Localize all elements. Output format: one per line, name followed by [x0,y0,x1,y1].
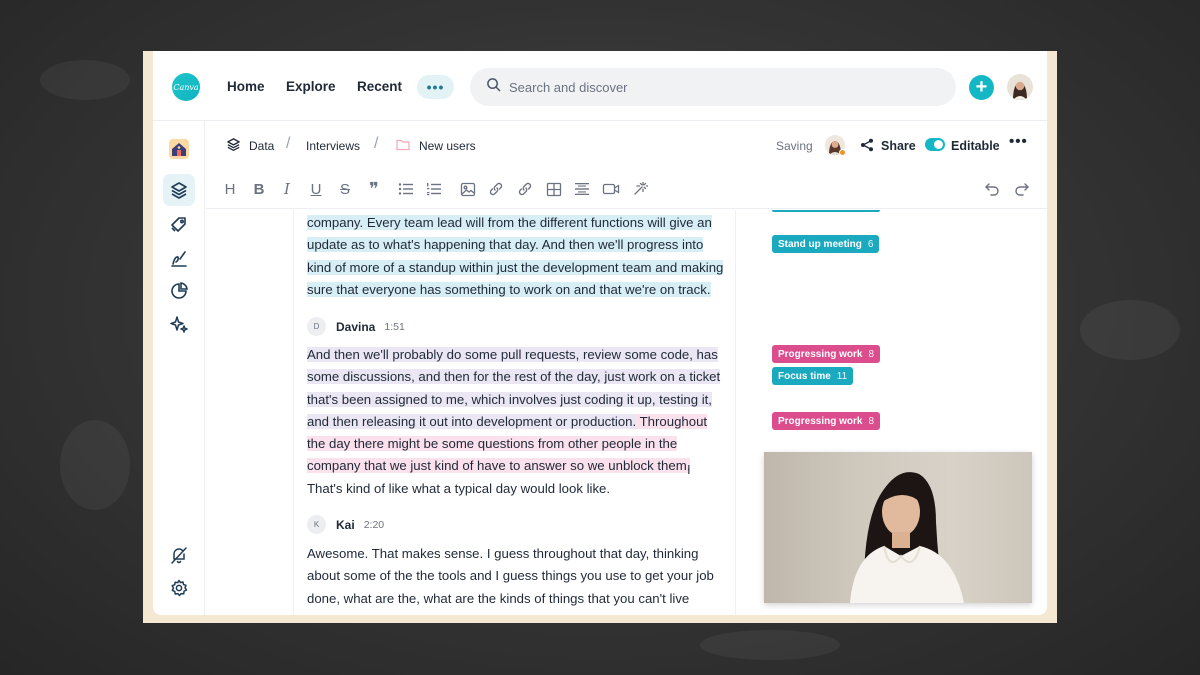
search-icon [486,77,501,97]
quote-icon[interactable]: ❞ [364,179,384,199]
sparkles-icon[interactable] [163,308,195,340]
transcript-paragraph[interactable]: Awesome. That makes sense. I guess throu… [307,543,732,610]
transcript-text[interactable]: That's kind of like what a typical day w… [307,481,610,496]
video-icon[interactable] [601,179,621,199]
tag-stand-up-meeting[interactable]: Stand up meeting 6 [772,235,880,253]
nav-home-link[interactable]: Home [227,79,265,94]
speaker-avatar: K [307,515,326,534]
nav-more-button[interactable]: ••• [417,75,454,99]
settings-icon[interactable] [163,572,195,604]
top-navigation: Canva Home Explore Recent ••• + [153,51,1047,121]
screen-frame: Canva Home Explore Recent ••• + [143,51,1057,623]
search-bar[interactable] [470,68,956,106]
transcript-paragraph[interactable]: company. Every team lead will from the d… [307,212,732,301]
nav-recent-link[interactable]: Recent [357,79,402,94]
transcript-text[interactable]: done, what are the, what are the kinds o… [307,591,689,606]
formatting-toolbar: H B I U S ❞ [206,169,1047,209]
nav-explore-link[interactable]: Explore [286,79,336,94]
highlighted-text[interactable]: And then we'll probably do some pull req… [307,347,718,362]
highlighted-text[interactable]: company that we just kind of have to ans… [307,458,691,474]
transcript-text[interactable]: about some of the the tools and I guess … [307,568,714,583]
breadcrumb-separator: / [286,135,291,152]
pie-chart-icon[interactable] [163,275,195,307]
speaker-name: Davina [336,319,376,334]
highlighted-text[interactable]: Throughout [636,413,708,429]
transcript-paragraph[interactable]: And then we'll probably do some pull req… [307,344,732,500]
presence-dot [839,149,846,156]
left-rail [153,121,205,615]
highlighted-text[interactable]: that's been assigned to me, which involv… [307,391,712,407]
bold-icon[interactable]: B [249,179,269,199]
underline-icon[interactable]: U [306,179,326,199]
image-icon[interactable] [458,179,478,199]
share-button[interactable]: Share [881,139,916,153]
highlighted-text[interactable]: company. Every team lead will from the d… [307,215,712,230]
interviewee-video-frame [850,472,964,603]
highlighted-text[interactable]: sure that everyone has something to work… [307,281,711,297]
breadcrumb: Data / Interviews / New users Saving Sha… [206,121,1047,169]
saving-status: Saving [776,139,813,153]
speaker-timestamp[interactable]: 1:51 [384,321,404,333]
create-button[interactable]: + [969,75,994,100]
speaker-name: Kai [336,517,355,532]
folder-icon [396,138,410,156]
link-icon[interactable] [515,179,535,199]
signature-icon[interactable] [163,242,195,274]
divider-icon[interactable] [572,179,592,199]
tag-progressing-work[interactable]: Progressing work 8 [772,345,881,363]
editable-toggle[interactable] [925,138,945,151]
tag-icon[interactable] [163,209,195,241]
search-input[interactable] [509,79,929,95]
link-icon[interactable] [486,179,506,199]
highlighted-text[interactable]: kind of more of a standup within just th… [307,259,724,275]
share-icon[interactable] [860,138,874,157]
numbered-list-icon[interactable] [424,179,444,199]
speaker-header: K Kai 2:20 [307,515,384,534]
tag-progressing-work[interactable]: Progressing work 8 [772,412,881,430]
breadcrumb-new-users[interactable]: New users [419,139,476,153]
heading-icon[interactable]: H [220,179,240,199]
app-window: Canva Home Explore Recent ••• + [153,51,1047,615]
canva-logo[interactable]: Canva [172,73,200,101]
bullet-list-icon[interactable] [396,179,416,199]
user-avatar[interactable] [1007,74,1033,100]
text-cursor: I [687,462,691,477]
tag-partial [772,210,880,212]
workspace-home-icon[interactable] [163,133,195,165]
video-player[interactable] [764,452,1032,603]
speaker-header: D Davina 1:51 [307,317,405,336]
table-icon[interactable] [544,179,564,199]
breadcrumb-separator: / [374,135,379,152]
highlighted-text[interactable]: some discussions, and then for the rest … [307,369,721,385]
bell-off-icon[interactable] [163,539,195,571]
highlighted-text[interactable]: the day there might be some questions fr… [307,436,678,452]
tag-focus-time[interactable]: Focus time 11 [772,367,854,385]
transcript-editor[interactable]: company. Every team lead will from the d… [293,210,736,615]
strikethrough-icon[interactable]: S [335,179,355,199]
speaker-avatar: D [307,317,326,336]
transcript-text[interactable]: Awesome. That makes sense. I guess throu… [307,546,698,561]
magic-wand-icon[interactable] [630,179,650,199]
more-options-button[interactable]: ••• [1009,133,1028,150]
undo-icon[interactable] [982,179,1002,199]
highlighted-text[interactable]: and then releasing it out into developme… [307,413,637,429]
redo-icon[interactable] [1012,179,1032,199]
breadcrumb-interviews[interactable]: Interviews [306,139,360,153]
speaker-timestamp[interactable]: 2:20 [364,519,384,531]
editable-label: Editable [951,139,1000,153]
layers-icon[interactable] [163,174,195,206]
breadcrumb-data[interactable]: Data [249,139,274,153]
italic-icon[interactable]: I [277,179,297,199]
data-layers-icon [226,137,241,157]
highlighted-text[interactable]: update as to what's happening that day. … [307,237,704,253]
